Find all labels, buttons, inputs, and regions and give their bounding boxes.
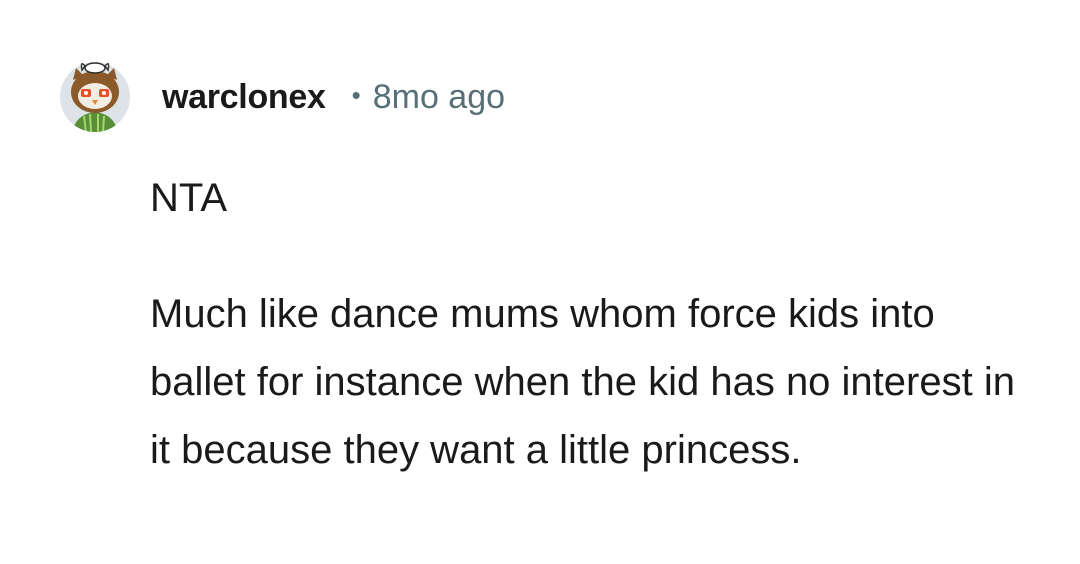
owl-avatar-icon — [60, 62, 130, 132]
comment-timestamp[interactable]: 8mo ago — [373, 78, 505, 117]
comment-body: NTA Much like dance mums whom force kids… — [150, 164, 1030, 484]
comment-meta: warclonex • 8mo ago — [162, 74, 505, 120]
comment: warclonex • 8mo ago NTA Much like dance … — [0, 0, 1080, 564]
comment-paragraph: Much like dance mums whom force kids int… — [150, 292, 1015, 472]
meta-separator: • — [351, 79, 361, 110]
username-link[interactable]: warclonex — [162, 78, 326, 117]
comment-paragraph: NTA — [150, 176, 228, 220]
user-avatar[interactable] — [58, 56, 132, 132]
